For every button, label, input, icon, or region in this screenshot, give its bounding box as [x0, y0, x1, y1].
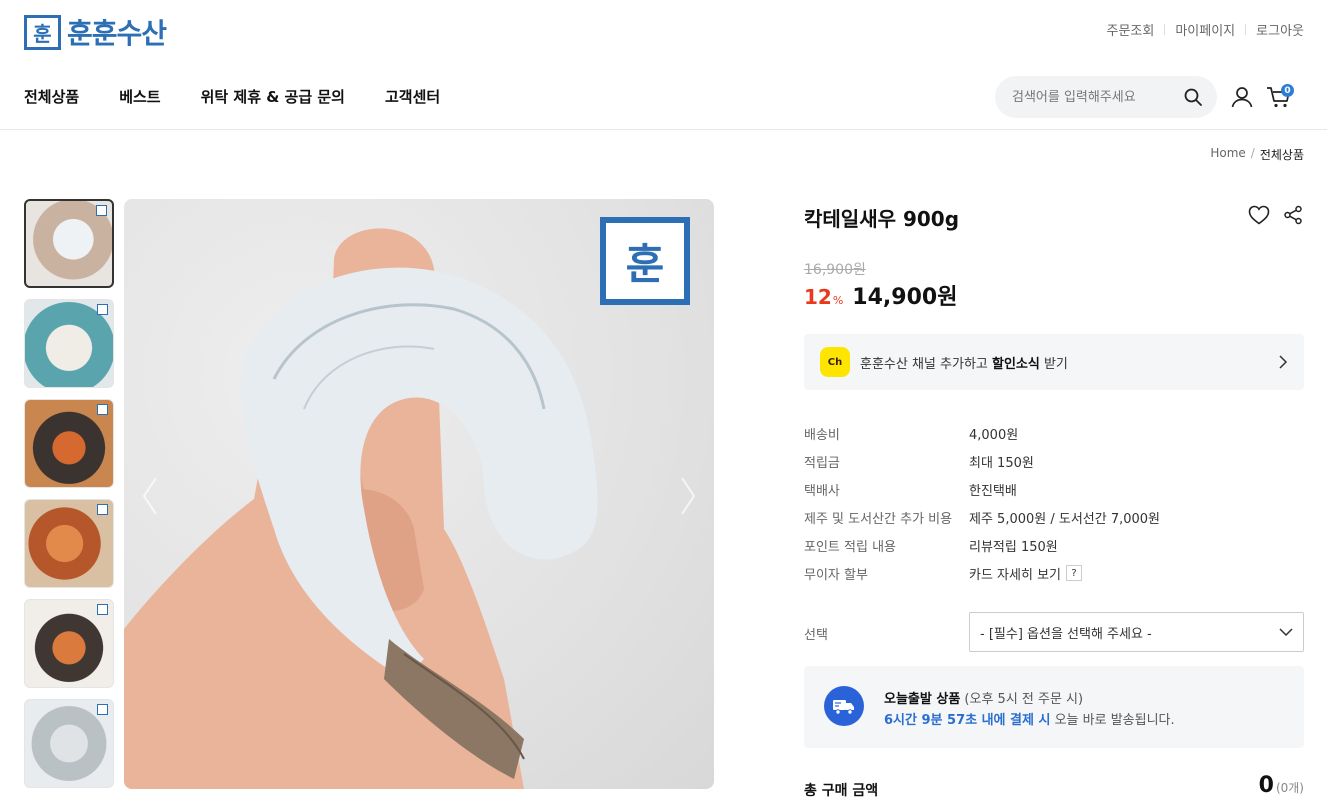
info-label: 무이자 할부 — [804, 567, 868, 583]
info-value: 최대 150원 — [969, 455, 1034, 471]
nav-customer-center[interactable]: 고객센터 — [385, 86, 440, 107]
product-info-table: 배송비 4,000원 적립금 최대 150원 택배사 한진택배 제주 및 도서산간 추… — [804, 419, 1160, 587]
thumbnail[interactable] — [24, 599, 114, 688]
info-label: 적립금 — [804, 455, 840, 471]
brand-mark-icon — [96, 205, 107, 216]
thumbnail[interactable] — [24, 299, 114, 388]
utility-nav: 주문조회 마이페이지 로그아웃 — [1107, 20, 1304, 39]
info-value: 한진택배 — [969, 483, 1017, 499]
order-lookup-link[interactable]: 주문조회 — [1107, 20, 1155, 39]
breadcrumb-home[interactable]: Home — [1210, 146, 1245, 163]
nav-all-products[interactable]: 전체상품 — [24, 86, 79, 107]
brand-mark-icon — [97, 604, 108, 615]
info-row: 적립금 최대 150원 — [804, 447, 1160, 475]
share-icon[interactable] — [1283, 205, 1303, 225]
site-logo[interactable]: 훈 훈훈수산 — [24, 12, 167, 52]
info-row: 배송비 4,000원 — [804, 419, 1160, 447]
info-label: 택배사 — [804, 483, 840, 499]
thumbnail[interactable] — [24, 699, 114, 788]
thumbnail[interactable] — [24, 399, 114, 488]
info-value: 4,000원 — [969, 427, 1019, 443]
nav-partnership[interactable]: 위탁 제휴 & 공급 문의 — [201, 86, 345, 107]
heart-icon[interactable] — [1248, 205, 1270, 225]
card-details-link[interactable]: 카드 자세히 보기 — [969, 564, 1061, 583]
kakao-banner-text: 훈훈수산 채널 추가하고 할인소식 받기 — [860, 356, 1068, 372]
info-row: 무이자 할부 카드 자세히 보기? — [804, 559, 1160, 587]
info-label: 제주 및 도서산간 추가 비용 — [804, 511, 953, 527]
brand-mark-icon — [97, 304, 108, 315]
breadcrumb-separator: / — [1250, 146, 1255, 160]
delivery-title: 오늘출발 상품 (오후 5시 전 주문 시) — [884, 692, 1084, 707]
sale-price: 14,900원 — [852, 285, 958, 310]
brand-name: 훈훈수산 — [67, 17, 167, 50]
brand-mark-icon — [97, 704, 108, 715]
truck-icon — [824, 686, 864, 726]
brand-mark-icon — [97, 404, 108, 415]
main-nav: 전체상품 베스트 위탁 제휴 & 공급 문의 고객센터 — [24, 86, 440, 107]
divider — [1164, 24, 1166, 35]
discount-rate: 12 — [804, 285, 832, 309]
search-icon[interactable] — [1183, 87, 1203, 107]
info-row: 포인트 적립 내용 리뷰적립 150원 — [804, 531, 1160, 559]
product-main-image[interactable]: 훈 — [124, 199, 714, 789]
kakao-channel-icon: Ch — [820, 347, 850, 377]
installment-value: 카드 자세히 보기? — [969, 564, 1082, 583]
breadcrumb: Home / 전체상품 — [1210, 146, 1304, 163]
logo-mark-icon: 훈 — [24, 14, 61, 50]
search-box — [995, 76, 1217, 118]
original-price: 16,900원 — [804, 262, 866, 278]
breadcrumb-current[interactable]: 전체상품 — [1260, 146, 1304, 163]
thumbnail[interactable] — [24, 499, 114, 588]
chevron-right-icon — [1279, 355, 1288, 369]
discount-unit: % — [832, 294, 844, 307]
chevron-down-icon — [1279, 628, 1293, 636]
info-label: 포인트 적립 내용 — [804, 539, 896, 555]
chevron-left-icon — [142, 477, 157, 515]
header-divider — [0, 129, 1327, 130]
chevron-right-icon — [681, 477, 696, 515]
cart-count-badge: 0 — [1281, 84, 1294, 97]
brand-watermark: 훈 — [600, 217, 690, 305]
info-label: 배송비 — [804, 427, 840, 443]
thumbnail-list — [24, 199, 114, 788]
total-amount: 0 (0개) — [1259, 773, 1304, 798]
prev-image-button[interactable] — [136, 474, 164, 518]
help-button[interactable]: ? — [1066, 565, 1082, 581]
user-icon[interactable] — [1230, 85, 1254, 109]
next-image-button[interactable] — [674, 474, 702, 518]
delivery-countdown: 6시간 9분 57초 내에 결제 시 오늘 바로 발송됩니다. — [884, 713, 1175, 728]
option-select[interactable]: - [필수] 옵션을 선택해 주세요 - — [969, 612, 1304, 652]
total-label: 총 구매 금액 — [804, 783, 879, 799]
search-input[interactable] — [1012, 89, 1172, 105]
info-value: 제주 5,000원 / 도서선간 7,000원 — [969, 511, 1161, 527]
nav-best[interactable]: 베스트 — [119, 86, 160, 107]
total-amount-value: 0 — [1258, 773, 1274, 798]
kakao-channel-banner[interactable]: Ch 훈훈수산 채널 추가하고 할인소식 받기 — [804, 334, 1304, 390]
total-item-count: (0개) — [1275, 781, 1304, 795]
option-label: 선택 — [804, 628, 828, 643]
product-title: 칵테일새우 900g — [804, 207, 960, 231]
mypage-link[interactable]: 마이페이지 — [1175, 20, 1235, 39]
price-row: 12 % 14,900원 — [804, 279, 957, 311]
same-day-delivery-box: 오늘출발 상품 (오후 5시 전 주문 시) 6시간 9분 57초 내에 결제 … — [804, 666, 1304, 748]
info-row: 택배사 한진택배 — [804, 475, 1160, 503]
divider — [1245, 24, 1247, 35]
thumbnail[interactable] — [24, 199, 114, 288]
logout-link[interactable]: 로그아웃 — [1256, 20, 1304, 39]
option-selected-value: - [필수] 옵션을 선택해 주세요 - — [980, 626, 1152, 642]
info-row: 제주 및 도서산간 추가 비용 제주 5,000원 / 도서선간 7,000원 — [804, 503, 1160, 531]
brand-mark-icon — [97, 504, 108, 515]
info-value: 리뷰적립 150원 — [969, 539, 1058, 555]
